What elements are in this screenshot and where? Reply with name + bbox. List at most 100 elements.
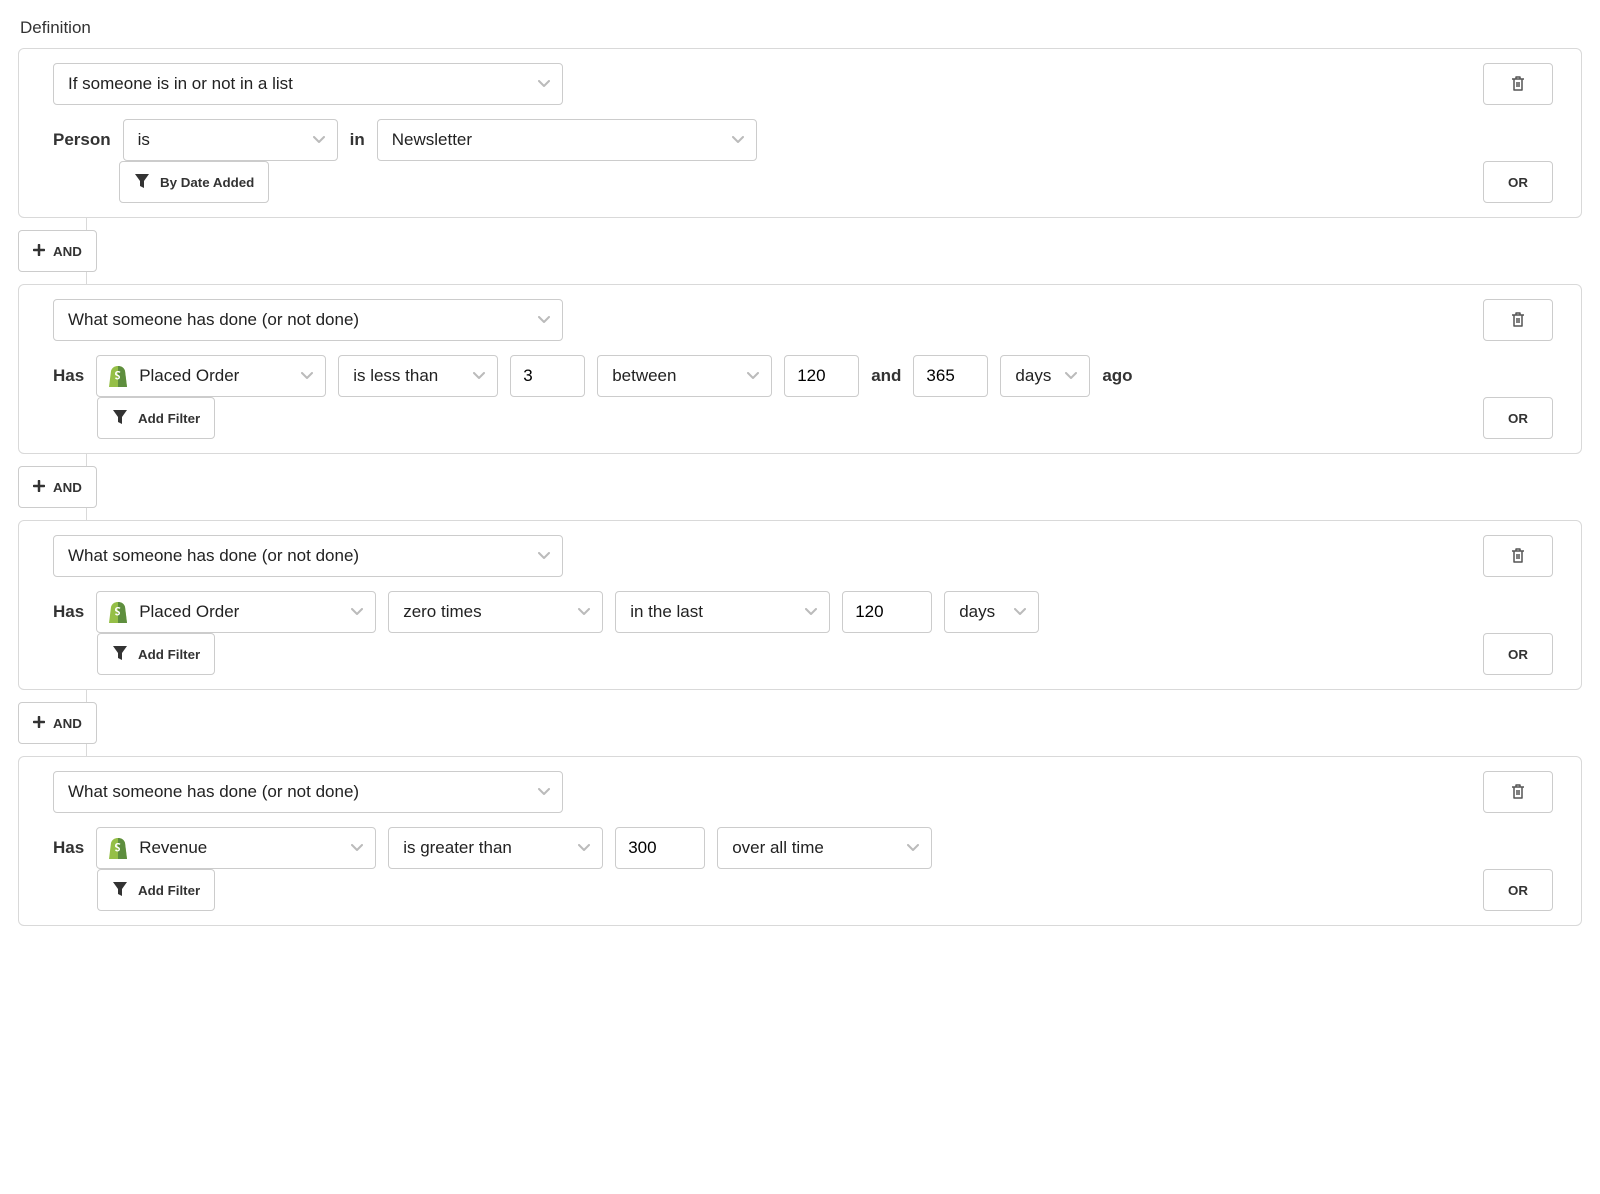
condition-type-label: What someone has done (or not done)	[68, 782, 359, 802]
condition-type-label: What someone has done (or not done)	[68, 310, 359, 330]
operator-value: zero times	[403, 602, 481, 622]
chevron-down-icon	[907, 844, 919, 852]
trash-icon	[1509, 546, 1527, 567]
has-label: Has	[53, 602, 84, 622]
metric-select[interactable]: Placed Order	[96, 355, 326, 397]
operator-value: is less than	[353, 366, 438, 386]
shopify-icon	[107, 363, 129, 389]
or-button[interactable]: OR	[1483, 633, 1553, 675]
chevron-down-icon	[538, 552, 550, 560]
time-operator-select[interactable]: between	[597, 355, 772, 397]
unit-select[interactable]: days	[944, 591, 1039, 633]
plus-icon	[33, 244, 45, 259]
count-input[interactable]	[510, 355, 585, 397]
chevron-down-icon	[1014, 608, 1026, 616]
condition-type-label: What someone has done (or not done)	[68, 546, 359, 566]
and-label: AND	[53, 244, 82, 259]
chevron-down-icon	[538, 788, 550, 796]
time-operator-value: in the last	[630, 602, 703, 622]
condition-block-4: What someone has done (or not done) Has …	[18, 756, 1582, 926]
condition-type-select[interactable]: What someone has done (or not done)	[53, 535, 563, 577]
and-button[interactable]: AND	[18, 466, 97, 508]
operator-select[interactable]: zero times	[388, 591, 603, 633]
by-date-added-button[interactable]: By Date Added	[119, 161, 269, 203]
funnel-icon	[112, 881, 128, 900]
metric-value: Placed Order	[139, 602, 239, 622]
from-input[interactable]	[784, 355, 859, 397]
or-button[interactable]: OR	[1483, 161, 1553, 203]
delete-button[interactable]	[1483, 771, 1553, 813]
funnel-icon	[134, 173, 150, 192]
or-label: OR	[1508, 411, 1528, 426]
chevron-down-icon	[313, 136, 325, 144]
chevron-down-icon	[805, 608, 817, 616]
operator-select[interactable]: is less than	[338, 355, 498, 397]
has-label: Has	[53, 366, 84, 386]
metric-select[interactable]: Placed Order	[96, 591, 376, 633]
time-operator-select[interactable]: in the last	[615, 591, 830, 633]
or-button[interactable]: OR	[1483, 397, 1553, 439]
person-verb-value: is	[138, 130, 150, 150]
funnel-icon	[112, 409, 128, 428]
chevron-down-icon	[747, 372, 759, 380]
value-input[interactable]	[842, 591, 932, 633]
time-operator-value: between	[612, 366, 676, 386]
chevron-down-icon	[578, 844, 590, 852]
by-date-added-label: By Date Added	[160, 175, 254, 190]
funnel-icon	[112, 645, 128, 664]
person-verb-select[interactable]: is	[123, 119, 338, 161]
delete-button[interactable]	[1483, 63, 1553, 105]
shopify-icon	[107, 835, 129, 861]
chevron-down-icon	[538, 316, 550, 324]
add-filter-label: Add Filter	[138, 883, 200, 898]
and-button[interactable]: AND	[18, 230, 97, 272]
or-button[interactable]: OR	[1483, 869, 1553, 911]
add-filter-label: Add Filter	[138, 411, 200, 426]
condition-block-3: What someone has done (or not done) Has …	[18, 520, 1582, 690]
condition-block-1: If someone is in or not in a list Person…	[18, 48, 1582, 218]
add-filter-button[interactable]: Add Filter	[97, 633, 215, 675]
or-label: OR	[1508, 883, 1528, 898]
and-button[interactable]: AND	[18, 702, 97, 744]
unit-value: days	[1015, 366, 1051, 386]
metric-select[interactable]: Revenue	[96, 827, 376, 869]
has-label: Has	[53, 838, 84, 858]
operator-select[interactable]: is greater than	[388, 827, 603, 869]
add-filter-label: Add Filter	[138, 647, 200, 662]
in-label: in	[350, 130, 365, 150]
time-operator-select[interactable]: over all time	[717, 827, 932, 869]
plus-icon	[33, 716, 45, 731]
and-word: and	[871, 366, 901, 386]
add-filter-button[interactable]: Add Filter	[97, 397, 215, 439]
delete-button[interactable]	[1483, 299, 1553, 341]
or-label: OR	[1508, 175, 1528, 190]
add-filter-button[interactable]: Add Filter	[97, 869, 215, 911]
trash-icon	[1509, 782, 1527, 803]
delete-button[interactable]	[1483, 535, 1553, 577]
person-label: Person	[53, 130, 111, 150]
condition-type-select[interactable]: What someone has done (or not done)	[53, 299, 563, 341]
metric-value: Placed Order	[139, 366, 239, 386]
value-input[interactable]	[615, 827, 705, 869]
chevron-down-icon	[473, 372, 485, 380]
condition-type-select[interactable]: If someone is in or not in a list	[53, 63, 563, 105]
metric-value: Revenue	[139, 838, 207, 858]
condition-type-select[interactable]: What someone has done (or not done)	[53, 771, 563, 813]
ago-label: ago	[1102, 366, 1132, 386]
list-value: Newsletter	[392, 130, 472, 150]
chevron-down-icon	[351, 608, 363, 616]
and-label: AND	[53, 480, 82, 495]
unit-select[interactable]: days	[1000, 355, 1090, 397]
condition-type-label: If someone is in or not in a list	[68, 74, 293, 94]
and-label: AND	[53, 716, 82, 731]
to-input[interactable]	[913, 355, 988, 397]
operator-value: is greater than	[403, 838, 512, 858]
trash-icon	[1509, 310, 1527, 331]
shopify-icon	[107, 599, 129, 625]
condition-block-2: What someone has done (or not done) Has …	[18, 284, 1582, 454]
chevron-down-icon	[578, 608, 590, 616]
section-heading: Definition	[20, 18, 1582, 38]
unit-value: days	[959, 602, 995, 622]
list-select[interactable]: Newsletter	[377, 119, 757, 161]
chevron-down-icon	[301, 372, 313, 380]
